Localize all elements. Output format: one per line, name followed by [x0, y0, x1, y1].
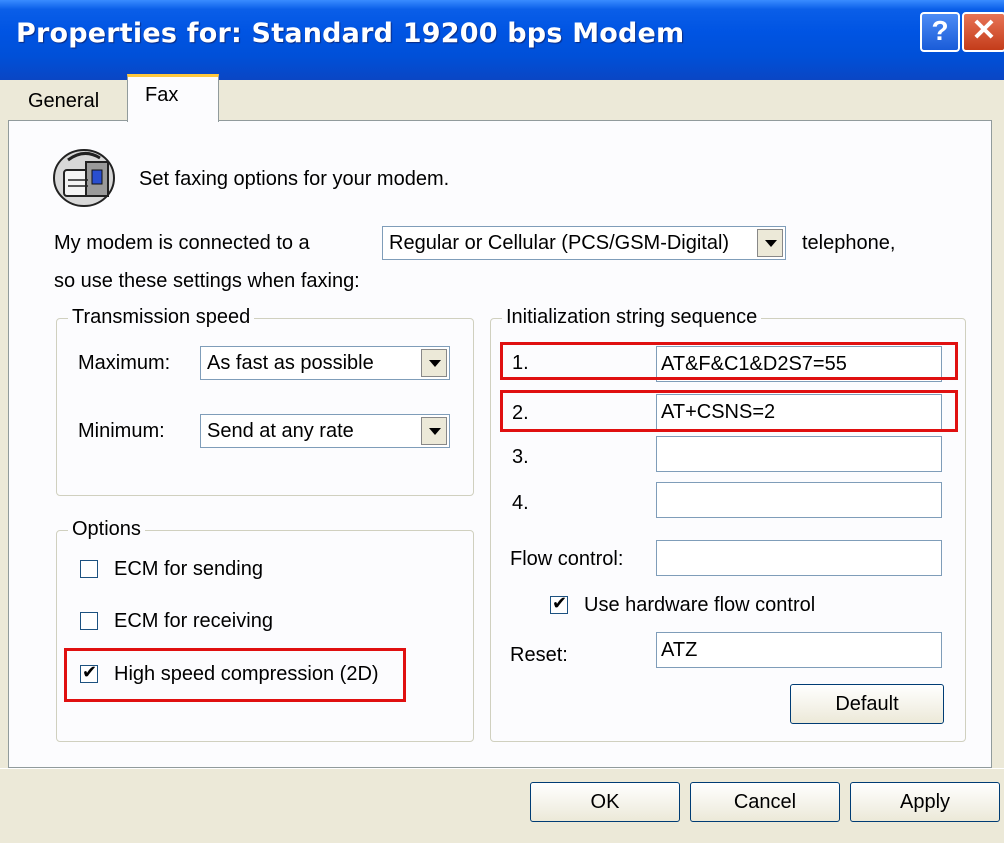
highlight-box: [500, 390, 958, 432]
fax-modem-icon: [53, 149, 115, 207]
hardware-flow-control-label[interactable]: Use hardware flow control: [584, 594, 815, 617]
minimum-speed-value: Send at any rate: [207, 420, 354, 442]
reset-label: Reset:: [510, 644, 568, 666]
init-string-title: Initialization string sequence: [502, 306, 762, 329]
properties-dialog: Properties for: Standard 19200 bps Modem…: [0, 0, 1004, 843]
transmission-speed-title: Transmission speed: [68, 306, 255, 329]
tab-fax-label: Fax: [145, 84, 179, 106]
settings-note: so use these settings when faxing:: [54, 270, 360, 292]
connection-type-select[interactable]: Regular or Cellular (PCS/GSM-Digital): [382, 226, 786, 260]
tab-general[interactable]: General: [28, 90, 99, 113]
init-row-4-label: 4.: [512, 492, 529, 514]
ecm-sending-checkbox[interactable]: [80, 560, 98, 578]
help-button[interactable]: ?: [920, 12, 960, 52]
ok-button[interactable]: OK: [530, 782, 680, 822]
connected-suffix-label: telephone,: [802, 232, 896, 254]
flow-control-label: Flow control:: [510, 548, 624, 570]
tab-fax[interactable]: Fax: [127, 74, 219, 122]
default-button[interactable]: Default: [790, 684, 944, 724]
transmission-speed-group: [56, 318, 474, 496]
fax-intro-text: Set faxing options for your modem.: [139, 168, 450, 190]
close-button[interactable]: ✕: [962, 12, 1004, 52]
ecm-receiving-checkbox[interactable]: [80, 612, 98, 630]
flow-control-input[interactable]: [656, 540, 942, 576]
title-bar[interactable]: Properties for: Standard 19200 bps Modem…: [0, 0, 1004, 80]
chevron-down-icon[interactable]: [757, 229, 783, 257]
init-row-3-label: 3.: [512, 446, 529, 468]
highlight-box: [500, 342, 958, 380]
ecm-receiving-label[interactable]: ECM for receiving: [114, 610, 273, 633]
connection-type-value: Regular or Cellular (PCS/GSM-Digital): [389, 232, 730, 254]
divider: [0, 768, 1004, 769]
highlight-box: [64, 648, 406, 702]
maximum-speed-value: As fast as possible: [207, 352, 374, 374]
chevron-down-icon[interactable]: [421, 349, 447, 377]
reset-value: ATZ: [661, 639, 698, 661]
options-title: Options: [68, 518, 145, 541]
init-string-3-input[interactable]: [656, 436, 942, 472]
hardware-flow-control-checkbox[interactable]: [550, 593, 568, 614]
connected-prefix-label: My modem is connected to a: [54, 232, 310, 254]
maximum-speed-select[interactable]: As fast as possible: [200, 346, 450, 380]
reset-input[interactable]: ATZ: [656, 632, 942, 668]
init-string-4-input[interactable]: [656, 482, 942, 518]
ecm-sending-label[interactable]: ECM for sending: [114, 558, 263, 581]
cancel-button[interactable]: Cancel: [690, 782, 840, 822]
maximum-label: Maximum:: [78, 352, 171, 374]
minimum-speed-select[interactable]: Send at any rate: [200, 414, 450, 448]
minimum-label: Minimum:: [78, 420, 165, 442]
chevron-down-icon[interactable]: [421, 417, 447, 445]
apply-button[interactable]: Apply: [850, 782, 1000, 822]
window-title: Properties for: Standard 19200 bps Modem: [16, 18, 685, 49]
